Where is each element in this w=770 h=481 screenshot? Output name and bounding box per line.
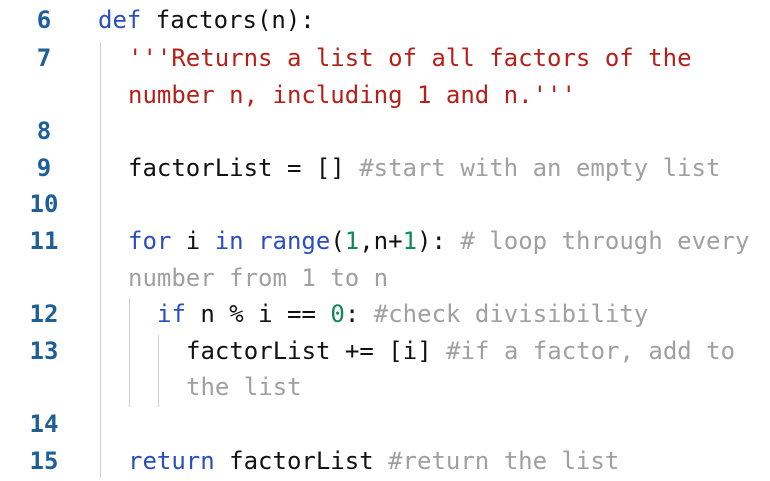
code-line-13[interactable]: factorList += [i] #if a factor, add to	[186, 337, 735, 365]
comment: #check divisibility	[373, 300, 649, 328]
line-number: 12	[29, 300, 59, 328]
line-number: 10	[29, 190, 59, 218]
code-line-9[interactable]: factorList = [] #start with an empty lis…	[128, 154, 720, 182]
code-text: factorList += [i]	[186, 337, 447, 365]
comment: #start with an empty list	[359, 154, 721, 182]
docstring-line-2[interactable]: number n, including 1 and n.'''	[128, 81, 576, 109]
code-line-12[interactable]: if n % i == 0: #check divisibility	[157, 300, 648, 328]
indent-guide	[100, 42, 101, 478]
code-line-15[interactable]: return factorList #return the list	[128, 447, 619, 475]
line-number: 6	[36, 6, 52, 34]
indent-guide	[158, 335, 159, 407]
comment: # loop through every	[460, 227, 750, 255]
docstring-line-1[interactable]: '''Returns a list of all factors of the	[128, 44, 692, 72]
code-text: i	[171, 227, 215, 255]
keyword-if: if	[157, 300, 186, 328]
line-number: 13	[29, 337, 59, 365]
line-number: 11	[29, 227, 59, 255]
comment: #if a factor, add to	[446, 337, 736, 365]
code-text: factorList = []	[128, 154, 360, 182]
code-text: ,n+	[359, 227, 403, 255]
line-number: 14	[29, 410, 59, 438]
code-line-6[interactable]: def factors(n):	[98, 6, 315, 34]
line-number: 9	[36, 154, 52, 182]
code-text: (	[330, 227, 345, 255]
code-text: factorList	[214, 447, 389, 475]
comment: #return the list	[388, 447, 620, 475]
code-editor[interactable]: 6 7 8 9 10 11 12 13 14 15 def factors(n)…	[0, 0, 770, 481]
number-literal: 1	[402, 227, 418, 255]
indent-guide	[129, 298, 130, 407]
line-number: 8	[36, 117, 52, 145]
line-number: 7	[36, 44, 52, 72]
comment-continuation[interactable]: the list	[186, 373, 302, 401]
line-number: 15	[29, 447, 59, 475]
function-signature: factors(n):	[141, 6, 315, 34]
code-line-11[interactable]: for i in range(1,n+1): # loop through ev…	[128, 227, 749, 255]
code-text: :	[344, 300, 374, 328]
keyword-return: return	[128, 447, 215, 475]
code-text: n % i ==	[185, 300, 331, 328]
keyword-in: in	[214, 227, 244, 255]
keyword-for: for	[128, 227, 172, 255]
builtin-range: range	[258, 227, 331, 255]
code-text: ):	[417, 227, 461, 255]
number-literal: 1	[344, 227, 360, 255]
keyword-def: def	[98, 6, 142, 34]
comment-continuation[interactable]: number from 1 to n	[128, 264, 388, 292]
number-literal: 0	[330, 300, 345, 328]
